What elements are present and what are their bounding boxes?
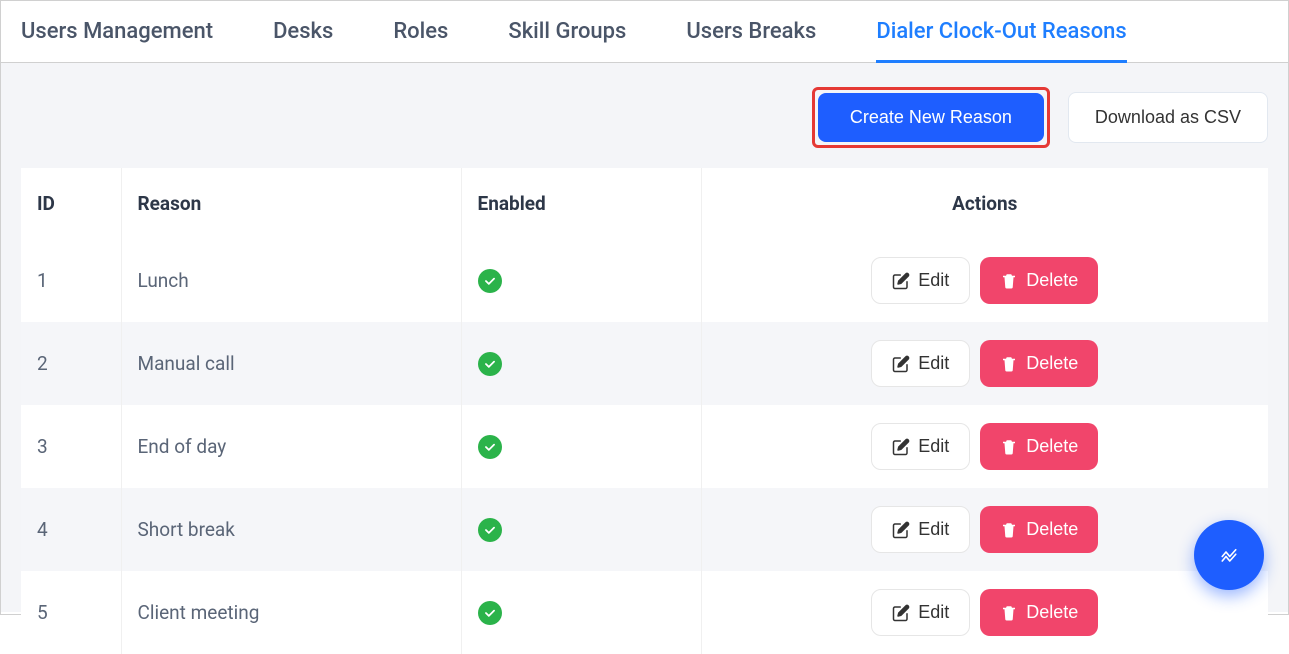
cell-id: 3: [21, 405, 121, 488]
cell-actions: Edit Delete: [701, 239, 1268, 322]
edit-button[interactable]: Edit: [871, 423, 970, 470]
edit-icon: [892, 355, 910, 373]
delete-button[interactable]: Delete: [980, 589, 1098, 636]
content-area: Create New Reason Download as CSV ID Rea…: [1, 63, 1288, 612]
trash-icon: [1000, 521, 1018, 539]
cell-enabled: [461, 488, 701, 571]
check-circle-icon: [478, 269, 502, 293]
create-button-highlight: Create New Reason: [812, 87, 1050, 148]
edit-button[interactable]: Edit: [871, 340, 970, 387]
cell-reason: Manual call: [121, 322, 461, 405]
delete-button-label: Delete: [1026, 519, 1078, 540]
edit-button-label: Edit: [918, 353, 949, 374]
edit-button[interactable]: Edit: [871, 257, 970, 304]
trash-icon: [1000, 438, 1018, 456]
cell-id: 5: [21, 571, 121, 654]
download-csv-button[interactable]: Download as CSV: [1068, 92, 1268, 143]
cell-actions: Edit Delete: [701, 322, 1268, 405]
check-circle-icon: [478, 352, 502, 376]
table-row: 4Short break Edit Delete: [21, 488, 1268, 571]
tabs-bar: Users Management Desks Roles Skill Groups Us…: [1, 1, 1288, 63]
cell-enabled: [461, 571, 701, 654]
tab-desks[interactable]: Desks: [273, 19, 333, 62]
edit-icon: [892, 604, 910, 622]
actions-bar: Create New Reason Download as CSV: [21, 87, 1268, 148]
cell-id: 2: [21, 322, 121, 405]
cell-enabled: [461, 405, 701, 488]
table-row: 3End of day Edit Delete: [21, 405, 1268, 488]
cell-reason: Lunch: [121, 239, 461, 322]
cell-id: 4: [21, 488, 121, 571]
tab-dialer-clock-out-reasons[interactable]: Dialer Clock-Out Reasons: [876, 19, 1126, 62]
tab-roles[interactable]: Roles: [393, 19, 448, 62]
trash-icon: [1000, 355, 1018, 373]
trash-icon: [1000, 604, 1018, 622]
delete-button-label: Delete: [1026, 270, 1078, 291]
table-row: 1Lunch Edit Delete: [21, 239, 1268, 322]
check-circle-icon: [478, 435, 502, 459]
edit-button[interactable]: Edit: [871, 506, 970, 553]
table-row: 5Client meeting Edit Delete: [21, 571, 1268, 654]
delete-button-label: Delete: [1026, 436, 1078, 457]
trash-icon: [1000, 272, 1018, 290]
check-circle-icon: [478, 601, 502, 625]
cell-enabled: [461, 322, 701, 405]
reasons-table: ID Reason Enabled Actions 1Lunch Edit Dele…: [21, 168, 1268, 654]
delete-button[interactable]: Delete: [980, 423, 1098, 470]
edit-button-label: Edit: [918, 519, 949, 540]
delete-button-label: Delete: [1026, 353, 1078, 374]
cell-actions: Edit Delete: [701, 488, 1268, 571]
cell-enabled: [461, 239, 701, 322]
delete-button-label: Delete: [1026, 602, 1078, 623]
delete-button[interactable]: Delete: [980, 257, 1098, 304]
cell-reason: End of day: [121, 405, 461, 488]
cell-id: 1: [21, 239, 121, 322]
column-header-actions: Actions: [701, 168, 1268, 239]
create-new-reason-button[interactable]: Create New Reason: [818, 93, 1044, 142]
edit-button-label: Edit: [918, 436, 949, 457]
help-fab-button[interactable]: [1194, 520, 1264, 590]
cell-actions: Edit Delete: [701, 405, 1268, 488]
table-row: 2Manual call Edit Delete: [21, 322, 1268, 405]
column-header-reason: Reason: [121, 168, 461, 239]
edit-button-label: Edit: [918, 270, 949, 291]
tab-users-breaks[interactable]: Users Breaks: [686, 19, 816, 62]
edit-icon: [892, 521, 910, 539]
cell-actions: Edit Delete: [701, 571, 1268, 654]
cell-reason: Client meeting: [121, 571, 461, 654]
tab-users-management[interactable]: Users Management: [21, 19, 213, 62]
chat-icon: [1220, 546, 1238, 564]
edit-button-label: Edit: [918, 602, 949, 623]
column-header-enabled: Enabled: [461, 168, 701, 239]
cell-reason: Short break: [121, 488, 461, 571]
edit-button[interactable]: Edit: [871, 589, 970, 636]
edit-icon: [892, 438, 910, 456]
tab-skill-groups[interactable]: Skill Groups: [508, 19, 626, 62]
delete-button[interactable]: Delete: [980, 340, 1098, 387]
edit-icon: [892, 272, 910, 290]
column-header-id: ID: [21, 168, 121, 239]
delete-button[interactable]: Delete: [980, 506, 1098, 553]
check-circle-icon: [478, 518, 502, 542]
